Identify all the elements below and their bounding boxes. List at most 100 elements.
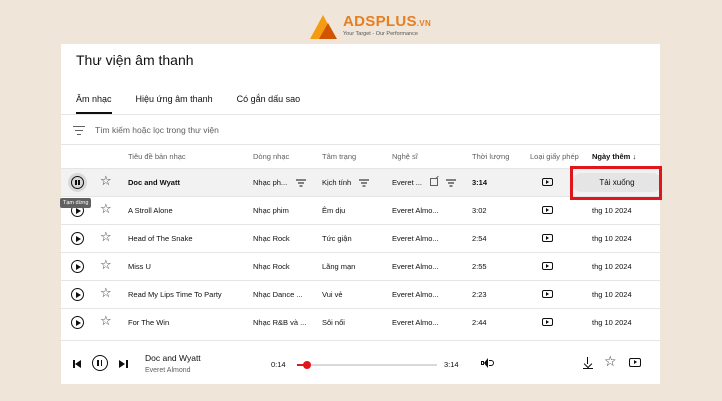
- column-header-genre: Dòng nhạc: [253, 152, 290, 161]
- logo-tagline: Your Target - Our Performance: [343, 31, 418, 37]
- track-genre: Nhạc R&B và ...: [253, 318, 307, 327]
- next-track-icon[interactable]: [119, 360, 128, 368]
- adsplus-logo: ADSPLUS.VN Your Target - Our Performance: [310, 12, 431, 40]
- track-duration: 2:54: [472, 234, 487, 243]
- track-date-added: thg 10 2024: [592, 318, 632, 327]
- star-icon[interactable]: ☆: [100, 258, 112, 271]
- column-header-artist: Nghệ sĩ: [392, 152, 418, 161]
- table-header: Tiêu đề bản nhạc Dòng nhạc Tâm trạng Ngh…: [61, 148, 660, 166]
- filter-icon[interactable]: [359, 179, 369, 187]
- track-mood: Tức giận: [322, 234, 352, 243]
- logo-mark-icon: [310, 13, 340, 39]
- tab-sound-effects[interactable]: Hiệu ứng âm thanh: [136, 94, 213, 114]
- track-genre: Nhạc ph...: [253, 178, 288, 187]
- track-duration: 3:02: [472, 206, 487, 215]
- star-icon[interactable]: ☆: [604, 353, 617, 370]
- page-title: Thư viện âm thanh: [76, 52, 194, 68]
- track-mood: Êm dịu: [322, 206, 346, 215]
- table-row[interactable]: ☆ For The Win Nhạc R&B và ... Sôi nổi Ev…: [61, 308, 660, 336]
- search-bar[interactable]: Tìm kiếm hoặc lọc trong thư viện: [73, 122, 219, 138]
- audio-player-bar: Doc and Wyatt Everet Almond 0:14 3:14 ☆: [61, 342, 660, 384]
- divider: [61, 114, 660, 115]
- table-row[interactable]: ☆ Miss U Nhạc Rock Lãng mạn Everet Almo.…: [61, 252, 660, 280]
- download-icon[interactable]: [583, 357, 593, 370]
- star-icon[interactable]: ☆: [100, 174, 112, 187]
- track-date-added: thg 10 2024: [592, 234, 632, 243]
- open-external-icon[interactable]: [430, 178, 438, 186]
- play-button[interactable]: [71, 232, 84, 245]
- tab-music[interactable]: Âm nhạc: [76, 94, 112, 114]
- track-duration: 2:44: [472, 318, 487, 327]
- logo-brand: ADSPLUS.VN: [343, 13, 432, 30]
- filter-icon[interactable]: [296, 179, 306, 187]
- track-artist: Everet Almo...: [392, 234, 439, 243]
- license-icon[interactable]: [542, 318, 553, 326]
- track-title: Doc and Wyatt: [128, 178, 180, 187]
- progress-handle[interactable]: [302, 361, 311, 369]
- tab-starred[interactable]: Có gắn dấu sao: [237, 94, 301, 114]
- track-mood: Vui vẻ: [322, 290, 343, 299]
- track-title: For The Win: [128, 318, 170, 327]
- column-header-license[interactable]: Loại giấy phép: [530, 152, 579, 161]
- track-artist: Everet ...: [392, 178, 423, 187]
- progress-slider[interactable]: [297, 361, 437, 369]
- play-button[interactable]: [71, 260, 84, 273]
- search-input[interactable]: Tìm kiếm hoặc lọc trong thư viện: [95, 125, 219, 135]
- track-artist: Everet Almo...: [392, 262, 439, 271]
- previous-track-icon[interactable]: [73, 360, 82, 368]
- column-header-mood: Tâm trạng: [322, 152, 357, 161]
- license-icon[interactable]: [542, 234, 553, 242]
- track-artist: Everet Almo...: [392, 318, 439, 327]
- track-date-added: thg 10 2024: [592, 206, 632, 215]
- star-icon[interactable]: ☆: [100, 314, 112, 327]
- track-genre: Nhạc Rock: [253, 234, 290, 243]
- filter-icon[interactable]: [446, 179, 456, 187]
- pause-tooltip: Tạm dừng: [60, 198, 92, 208]
- divider: [61, 144, 660, 145]
- track-mood: Lãng mạn: [322, 262, 356, 271]
- column-header-duration[interactable]: Thời lượng: [472, 152, 509, 161]
- volume-icon[interactable]: [481, 358, 494, 368]
- pause-button[interactable]: [68, 173, 87, 192]
- license-icon[interactable]: [542, 262, 553, 270]
- track-genre: Nhạc Rock: [253, 262, 290, 271]
- track-title: Head of The Snake: [128, 234, 193, 243]
- divider: [61, 340, 660, 341]
- audio-library-panel: Thư viện âm thanh Âm nhạc Hiệu ứng âm th…: [61, 44, 662, 384]
- license-icon[interactable]: [542, 290, 553, 298]
- highlight-box: [570, 166, 662, 200]
- column-header-date-added[interactable]: Ngày thêm ↓: [592, 152, 636, 161]
- now-playing-artist: Everet Almond: [145, 367, 191, 374]
- table-row[interactable]: ☆ Read My Lips Time To Party Nhạc Dance …: [61, 280, 660, 308]
- track-mood: Kịch tính: [322, 178, 352, 187]
- license-icon[interactable]: [542, 178, 553, 186]
- track-genre: Nhạc phim: [253, 206, 289, 215]
- star-icon[interactable]: ☆: [100, 230, 112, 243]
- tab-bar: Âm nhạc Hiệu ứng âm thanh Có gắn dấu sao: [76, 94, 324, 114]
- star-icon[interactable]: ☆: [100, 202, 112, 215]
- total-time: 3:14: [444, 360, 459, 369]
- youtube-icon[interactable]: [629, 358, 641, 367]
- track-title: Miss U: [128, 262, 151, 271]
- track-duration: 2:23: [472, 290, 487, 299]
- column-header-title: Tiêu đề bản nhạc: [128, 152, 186, 161]
- track-date-added: thg 10 2024: [592, 262, 632, 271]
- track-artist: Everet Almo...: [392, 206, 439, 215]
- license-icon[interactable]: [542, 206, 553, 214]
- track-genre: Nhạc Dance ...: [253, 290, 303, 299]
- arrow-down-icon: ↓: [632, 152, 637, 161]
- filter-icon[interactable]: [73, 125, 85, 135]
- current-time: 0:14: [271, 360, 286, 369]
- track-title: A Stroll Alone: [128, 206, 173, 215]
- table-row[interactable]: ☆ Head of The Snake Nhạc Rock Tức giận E…: [61, 224, 660, 252]
- track-date-added: thg 10 2024: [592, 290, 632, 299]
- player-pause-button[interactable]: [92, 355, 108, 371]
- track-title: Read My Lips Time To Party: [128, 290, 222, 299]
- play-button[interactable]: [71, 316, 84, 329]
- track-mood: Sôi nổi: [322, 318, 345, 327]
- play-button[interactable]: [71, 288, 84, 301]
- star-icon[interactable]: ☆: [100, 286, 112, 299]
- track-duration: 3:14: [472, 178, 488, 187]
- track-artist: Everet Almo...: [392, 290, 439, 299]
- table-row[interactable]: ☆ A Stroll Alone Nhạc phim Êm dịu Everet…: [61, 196, 660, 224]
